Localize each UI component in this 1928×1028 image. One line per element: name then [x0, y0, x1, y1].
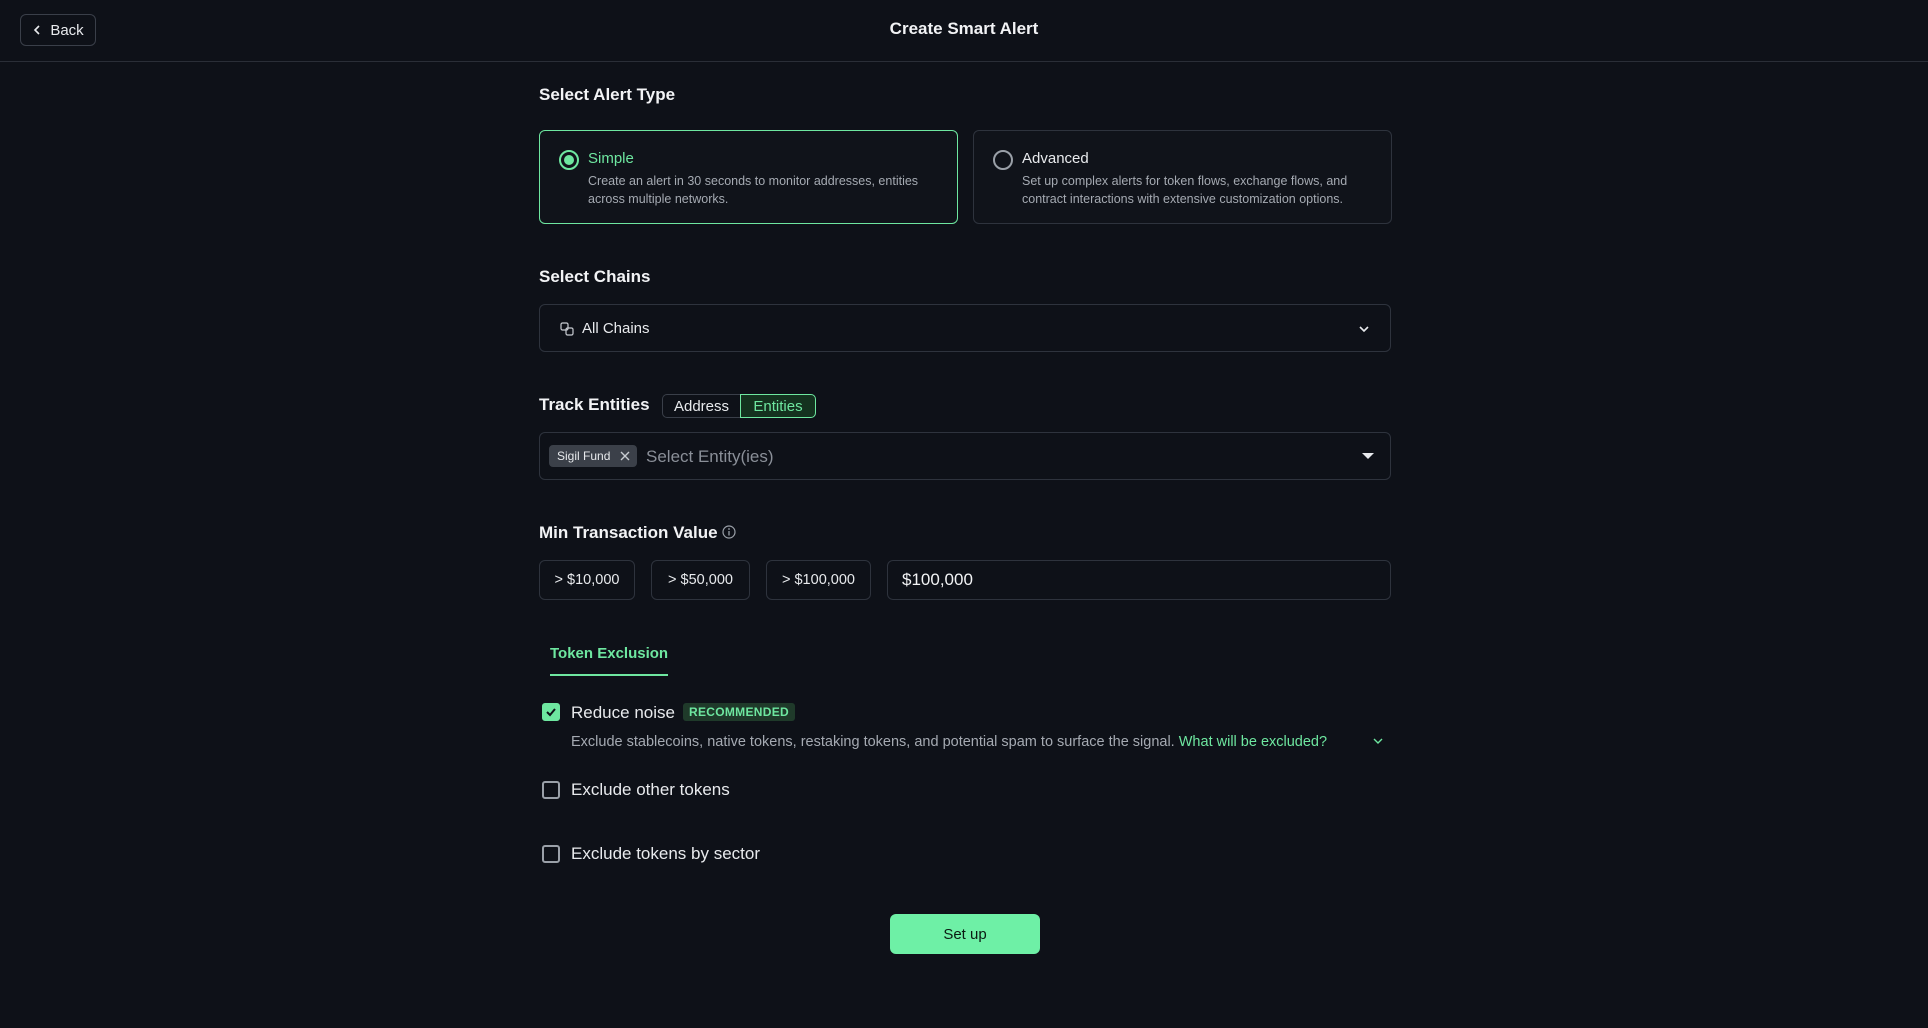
caret-down-icon[interactable] — [1362, 453, 1374, 459]
tab-token-exclusion[interactable]: Token Exclusion — [550, 645, 668, 662]
alert-type-name: Simple — [588, 150, 634, 167]
close-icon[interactable] — [620, 451, 630, 461]
preset-10k-button[interactable]: > $10,000 — [539, 560, 635, 600]
alert-type-description: Set up complex alerts for token flows, e… — [1022, 174, 1348, 206]
what-excluded-link[interactable]: What will be excluded? — [1179, 734, 1327, 750]
entity-tag-label: Sigil Fund — [557, 449, 611, 463]
chevron-down-icon — [1359, 326, 1369, 333]
check-icon — [546, 708, 556, 717]
alert-type-description: Create an alert in 30 seconds to monitor… — [588, 174, 919, 206]
chains-icon — [560, 322, 574, 336]
entity-tag: Sigil Fund — [549, 445, 637, 467]
exclude-other-label: Exclude other tokens — [571, 780, 730, 799]
setup-button[interactable]: Set up — [890, 914, 1040, 954]
reduce-noise-description-text: Exclude stablecoins, native tokens, rest… — [571, 734, 1175, 750]
chain-select[interactable]: All Chains — [539, 304, 1391, 352]
exclude-sector-checkbox[interactable] — [542, 845, 560, 863]
alert-type-simple-card[interactable]: Simple Create an alert in 30 seconds to … — [539, 130, 958, 224]
reduce-noise-description: Exclude stablecoins, native tokens, rest… — [571, 734, 1327, 750]
exclude-sector-label: Exclude tokens by sector — [571, 844, 760, 863]
min-value-title: Min Transaction Value — [539, 523, 718, 542]
toggle-entities[interactable]: Entities — [740, 394, 816, 418]
entity-select[interactable]: Sigil Fund Select Entity(ies) — [539, 432, 1391, 480]
toggle-address[interactable]: Address — [662, 394, 740, 418]
preset-50k-button[interactable]: > $50,000 — [651, 560, 750, 600]
alert-type-name: Advanced — [1022, 150, 1089, 167]
chain-select-value: All Chains — [582, 320, 650, 337]
preset-100k-button[interactable]: > $100,000 — [766, 560, 871, 600]
info-icon[interactable] — [722, 525, 736, 539]
track-entities-title: Track Entities — [539, 395, 650, 414]
radio-advanced[interactable] — [993, 150, 1013, 170]
reduce-noise-label: Reduce noise — [571, 703, 675, 722]
chevron-down-icon[interactable] — [1373, 737, 1383, 745]
min-value-input[interactable] — [887, 560, 1391, 600]
entity-search-placeholder[interactable]: Select Entity(ies) — [646, 447, 774, 467]
recommended-badge: RECOMMENDED — [683, 703, 795, 721]
top-bar: Back Create Smart Alert — [0, 0, 1928, 62]
radio-simple[interactable] — [559, 150, 579, 170]
chains-title: Select Chains — [539, 267, 651, 286]
alert-type-title: Select Alert Type — [539, 85, 676, 104]
tab-underline — [550, 674, 668, 676]
alert-type-advanced-card[interactable]: Advanced Set up complex alerts for token… — [973, 130, 1392, 224]
exclude-other-checkbox[interactable] — [542, 781, 560, 799]
page-title: Create Smart Alert — [889, 19, 1039, 38]
reduce-noise-checkbox[interactable] — [542, 703, 560, 721]
